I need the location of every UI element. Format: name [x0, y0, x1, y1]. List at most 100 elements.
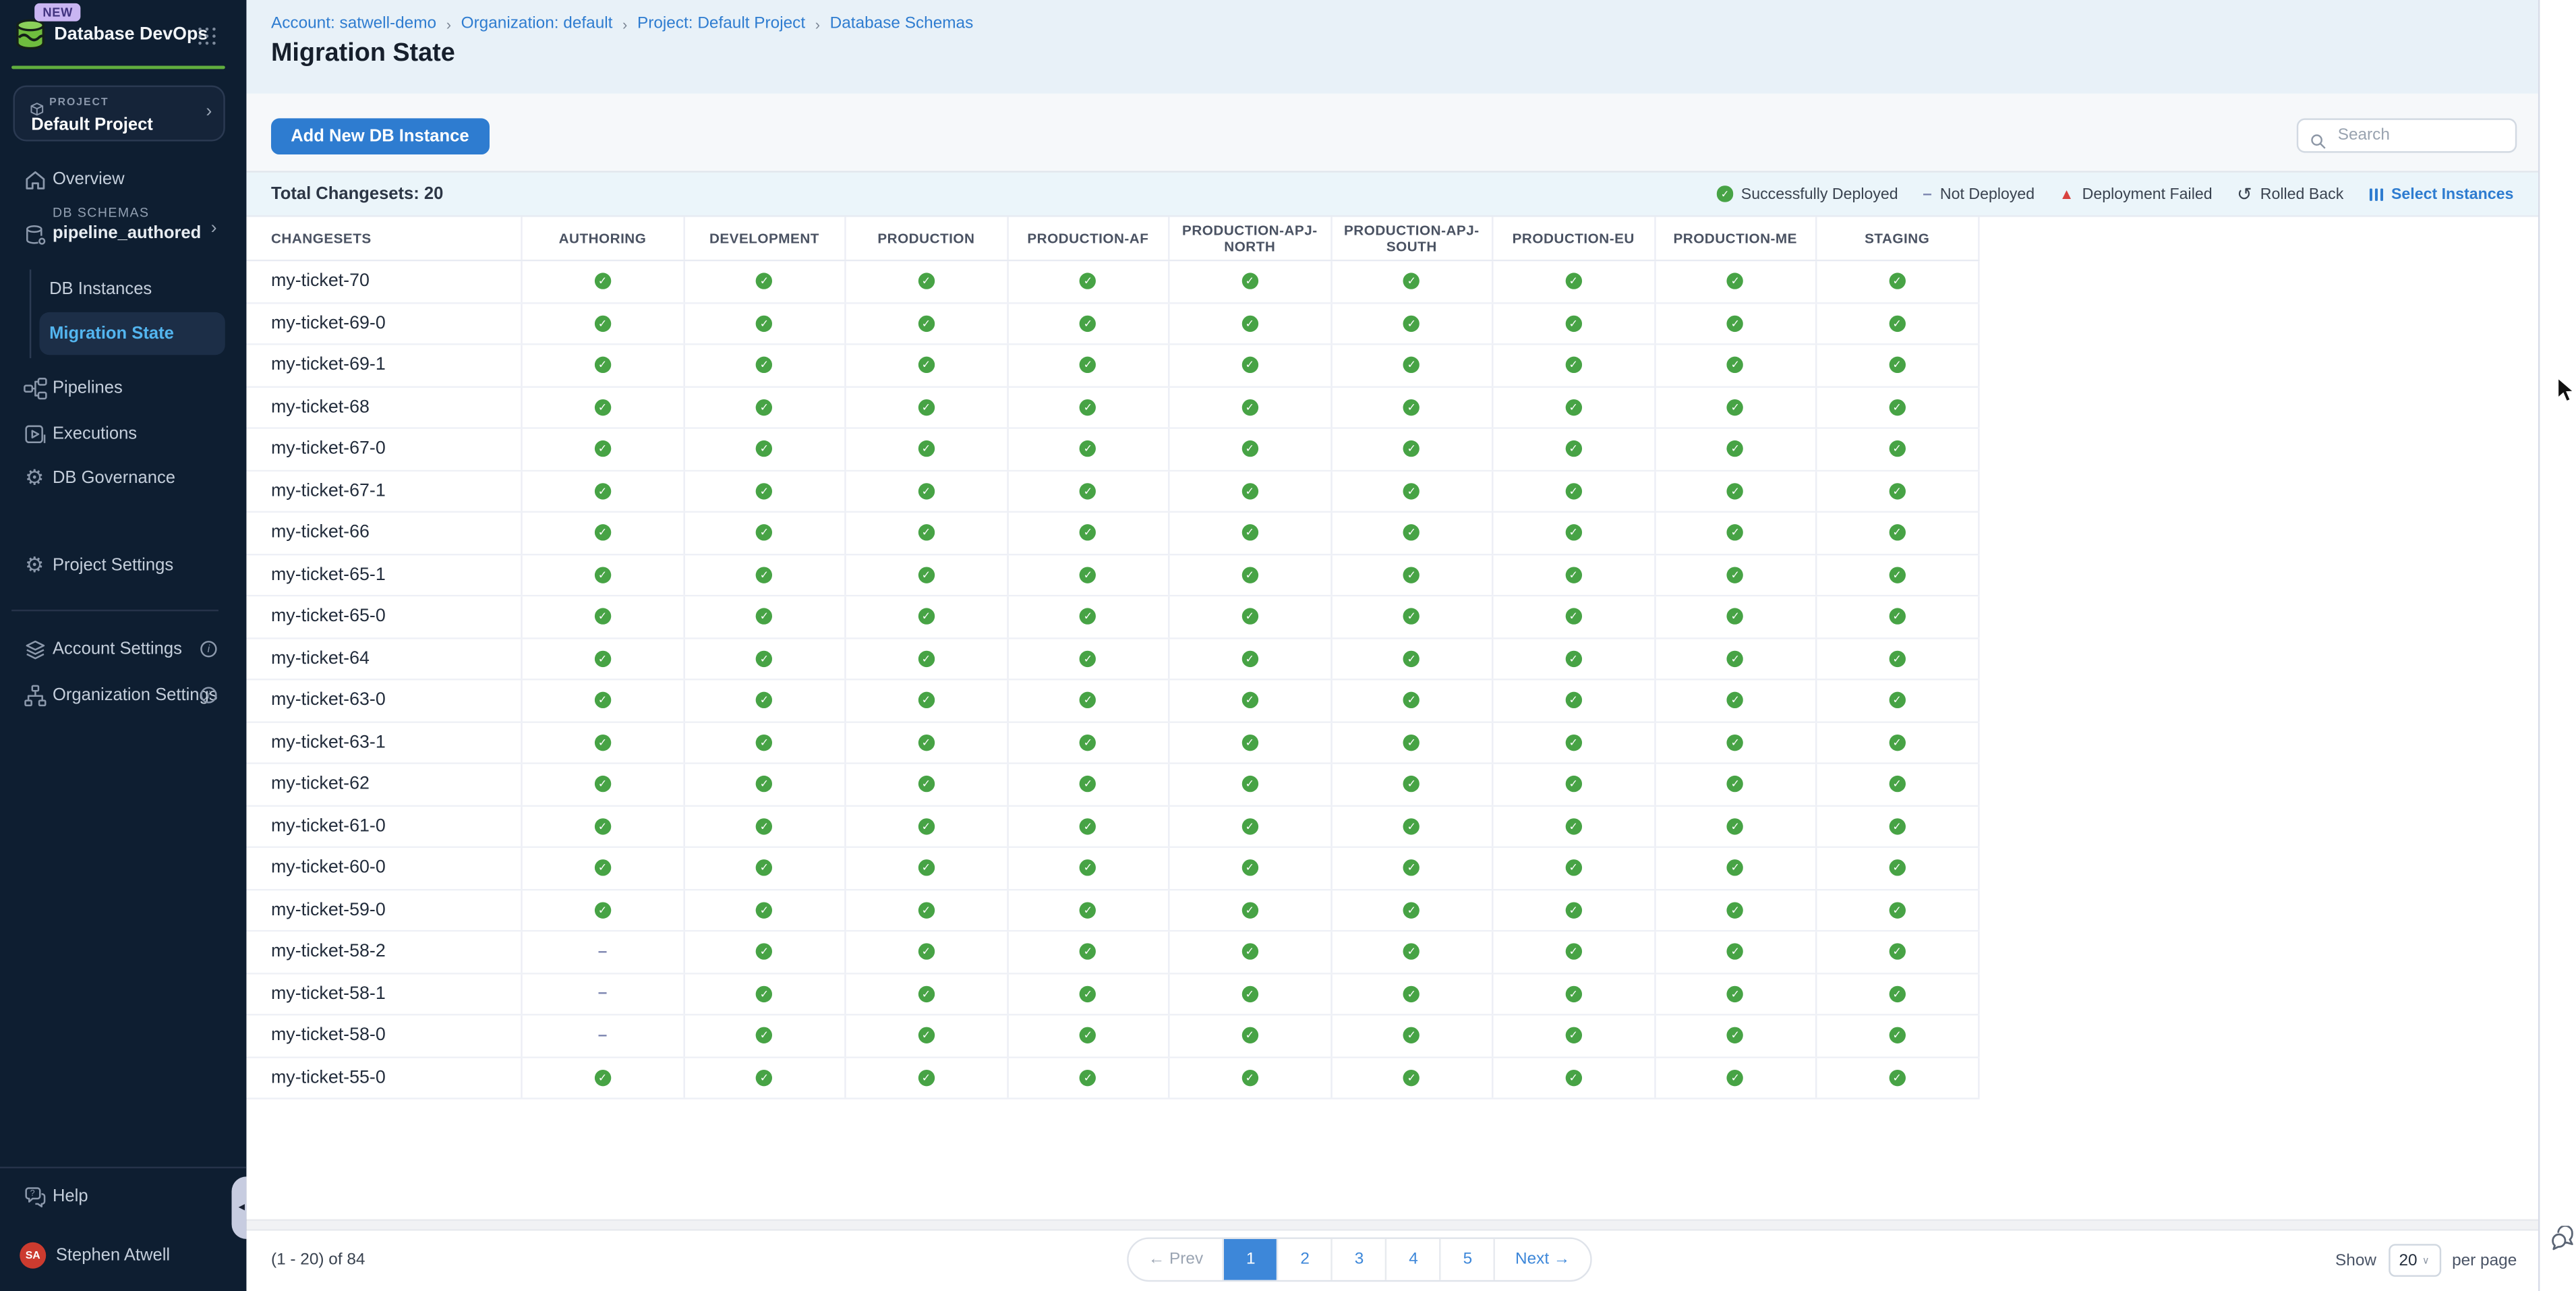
status-cell: ✓: [846, 638, 1008, 679]
status-cell: ✓: [1332, 890, 1494, 930]
deployed-check-icon: ✓: [756, 483, 772, 499]
search-input[interactable]: [2335, 125, 2504, 146]
page-button-1[interactable]: 1: [1223, 1239, 1277, 1280]
deployed-check-icon: ✓: [1565, 273, 1581, 289]
status-cell: ✓: [684, 471, 846, 511]
status-cell: ✓: [1494, 1058, 1656, 1098]
sidebar-item-executions[interactable]: Executions: [0, 412, 246, 455]
sidebar-item-db-governance[interactable]: ⚙ DB Governance: [0, 457, 246, 499]
governance-gear-icon: ⚙: [22, 465, 48, 491]
status-cell: ✓: [1817, 345, 1979, 386]
legend-label: Not Deployed: [1940, 185, 2035, 203]
sidebar-item-project-settings[interactable]: ⚙ Project Settings: [0, 544, 246, 586]
chat-widget-icon[interactable]: [2550, 1226, 2576, 1253]
sidebar-item-account-settings[interactable]: Account Settings i: [0, 628, 246, 670]
sidebar-item-pipelines[interactable]: Pipelines: [0, 366, 246, 409]
column-header: CHANGESETS: [246, 217, 522, 260]
add-db-instance-button[interactable]: Add New DB Instance: [271, 118, 489, 154]
status-cell: ✓: [846, 471, 1008, 511]
changeset-name: my-ticket-70: [246, 261, 522, 302]
page-button-4[interactable]: 4: [1386, 1239, 1440, 1280]
status-cell: ✓: [846, 387, 1008, 428]
status-cell: ✓: [1494, 1016, 1656, 1056]
deployed-check-icon: ✓: [1565, 1027, 1581, 1043]
deployed-check-icon: ✓: [1403, 1069, 1419, 1085]
status-cell: ✓: [1170, 764, 1332, 805]
changeset-name: my-ticket-67-1: [246, 471, 522, 511]
status-cell: ✓: [1817, 554, 1979, 595]
status-cell: ✓: [846, 973, 1008, 1014]
project-selector[interactable]: PROJECT Default Project ›: [13, 86, 225, 142]
breadcrumb-link[interactable]: Account: satwell-demo: [271, 15, 436, 33]
rolled-back-icon: ↺: [2237, 183, 2252, 205]
status-cell: ✓: [1332, 848, 1494, 888]
new-badge: NEW: [34, 3, 81, 22]
status-cell: ✓: [684, 1058, 846, 1098]
app-logo-icon: [13, 18, 47, 53]
page-size-select[interactable]: 20 ∨: [2388, 1244, 2440, 1278]
breadcrumb-link[interactable]: Database Schemas: [830, 15, 974, 33]
sidebar-collapse-handle[interactable]: ◀: [232, 1176, 247, 1239]
sidebar-bottom-divider: [0, 1167, 246, 1168]
show-label: Show: [2335, 1252, 2376, 1270]
status-cell: ✓: [1008, 931, 1170, 972]
sidebar-item-migration-state[interactable]: Migration State: [39, 312, 225, 355]
horizontal-scrollbar[interactable]: [246, 1218, 2538, 1230]
sidebar-item-organization-settings[interactable]: Organization Settings i: [0, 674, 246, 716]
page-button-3[interactable]: 3: [1331, 1239, 1385, 1280]
status-cell: ✓: [523, 1058, 684, 1098]
deployed-check-icon: ✓: [594, 525, 610, 541]
deployed-check-icon: ✓: [1403, 567, 1419, 583]
status-cell: ✓: [1655, 429, 1817, 469]
status-cell: ✓: [1817, 931, 1979, 972]
page-button-5[interactable]: 5: [1440, 1239, 1494, 1280]
status-cell: ✓: [1008, 638, 1170, 679]
status-cell: ✓: [523, 848, 684, 888]
status-cell: ✓: [1655, 1016, 1817, 1056]
breadcrumb-link[interactable]: Project: Default Project: [637, 15, 805, 33]
table-row: my-ticket-69-0✓✓✓✓✓✓✓✓✓: [246, 303, 1979, 345]
page-button-2[interactable]: 2: [1277, 1239, 1331, 1280]
changeset-name: my-ticket-60-0: [246, 848, 522, 888]
status-cell: ✓: [1817, 596, 1979, 637]
status-cell: ✓: [523, 596, 684, 637]
pipelines-icon: [22, 374, 48, 401]
deployed-check-icon: ✓: [1565, 315, 1581, 331]
user-menu[interactable]: SA Stephen Atwell: [0, 1234, 246, 1277]
status-cell: ✓: [1170, 429, 1332, 469]
deployed-check-icon: ✓: [1241, 1027, 1258, 1043]
status-cell: ✓: [684, 681, 846, 721]
status-cell: ✓: [1655, 722, 1817, 763]
sidebar-item-db-instances[interactable]: DB Instances: [39, 271, 225, 308]
status-cell: ✓: [684, 973, 846, 1014]
table-row: my-ticket-67-0✓✓✓✓✓✓✓✓✓: [246, 429, 1979, 471]
status-cell: ✓: [1817, 973, 1979, 1014]
breadcrumb-link[interactable]: Organization: default: [461, 15, 613, 33]
sidebar-item-overview[interactable]: Overview: [0, 158, 246, 200]
status-cell: ✓: [1008, 973, 1170, 1014]
org-chart-icon: [22, 682, 48, 708]
status-cell: ✓: [523, 554, 684, 595]
status-cell: ✓: [1332, 303, 1494, 343]
sidebar-item-db-schemas[interactable]: DB SCHEMAS pipeline_authored ›: [0, 204, 246, 266]
status-cell: ✓: [1170, 1058, 1332, 1098]
status-cell: ✓: [684, 764, 846, 805]
apps-grid-icon[interactable]: [197, 25, 216, 45]
help-button[interactable]: ? Help: [0, 1175, 246, 1217]
status-cell: –: [523, 973, 684, 1014]
next-page-button[interactable]: Next →: [1494, 1239, 1589, 1280]
deployed-check-icon: ✓: [594, 1069, 610, 1085]
status-cell: ✓: [1332, 722, 1494, 763]
status-cell: ✓: [1494, 596, 1656, 637]
deployed-check-icon: ✓: [594, 860, 610, 876]
select-instances-button[interactable]: Select Instances: [2368, 185, 2514, 203]
status-cell: ✓: [684, 303, 846, 343]
deployed-check-icon: ✓: [1241, 1069, 1258, 1085]
table-row: my-ticket-55-0✓✓✓✓✓✓✓✓✓: [246, 1058, 1979, 1099]
not-deployed-dash-icon: –: [598, 985, 608, 1003]
prev-page-button[interactable]: ← Prev: [1129, 1239, 1223, 1280]
search-box[interactable]: [2297, 118, 2517, 152]
deployed-check-icon: ✓: [1889, 692, 1905, 708]
deployed-check-icon: ✓: [918, 441, 934, 457]
deployed-check-icon: ✓: [918, 650, 934, 666]
